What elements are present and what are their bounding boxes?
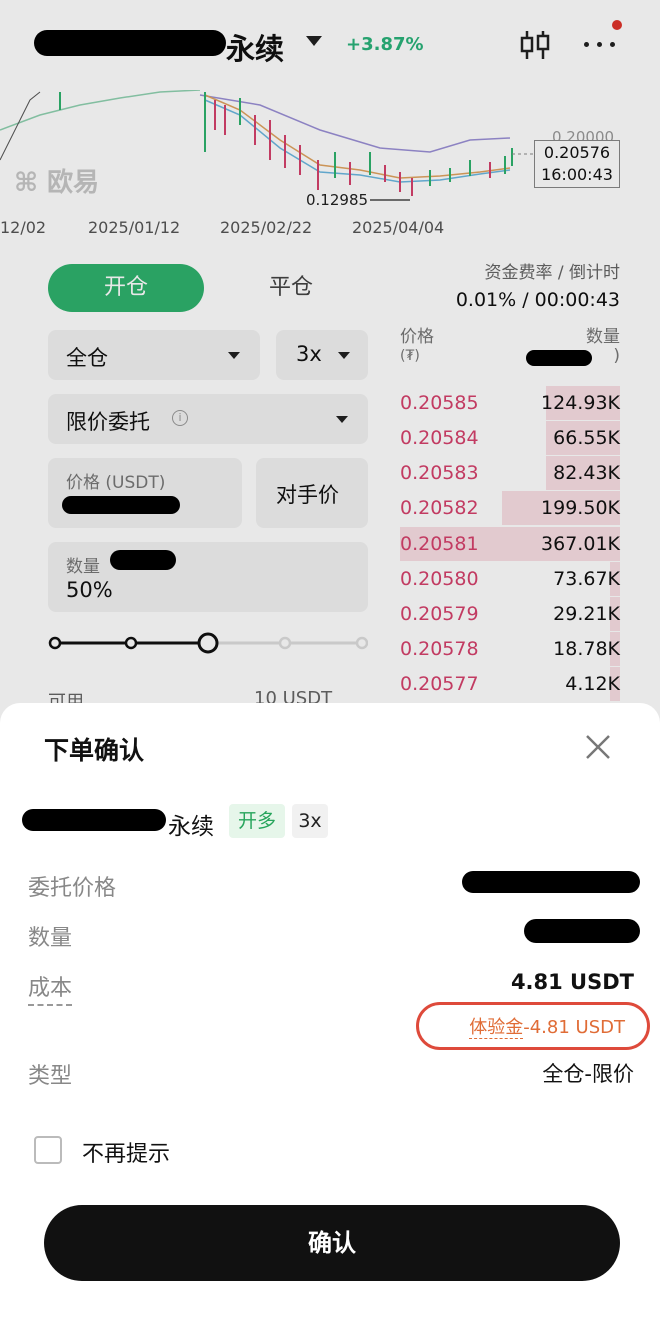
side-badge: 开多	[229, 804, 285, 838]
redacted-quantity	[524, 919, 640, 943]
redacted-pair-name	[22, 809, 166, 831]
quantity-label: 数量	[28, 926, 73, 951]
close-icon[interactable]	[582, 731, 614, 763]
order-confirm-sheet: 下单确认 永续 开多 3x 委托价格 数量 成本 4.81 USDT 体验金-4…	[0, 703, 660, 1326]
cost-label[interactable]: 成本	[28, 970, 73, 1006]
order-pair-suffix: 永续	[168, 814, 214, 840]
confirm-button[interactable]: 确认	[44, 1205, 620, 1281]
no-remind-label[interactable]: 不再提示	[82, 1136, 170, 1168]
cost-value: 4.81 USDT	[510, 970, 634, 994]
bonus-line: 体验金-4.81 USDT	[469, 1013, 625, 1039]
bonus-label[interactable]: 体验金	[469, 1017, 524, 1039]
type-value: 全仓-限价	[542, 1062, 634, 1086]
bonus-highlight: 体验金-4.81 USDT	[416, 1002, 650, 1050]
order-price-label: 委托价格	[28, 876, 117, 901]
no-remind-checkbox[interactable]	[34, 1136, 62, 1164]
type-label: 类型	[28, 1064, 73, 1089]
redacted-order-price	[462, 871, 640, 893]
leverage-badge: 3x	[292, 804, 328, 838]
sheet-title: 下单确认	[44, 736, 145, 765]
bonus-value: -4.81 USDT	[523, 1017, 625, 1038]
